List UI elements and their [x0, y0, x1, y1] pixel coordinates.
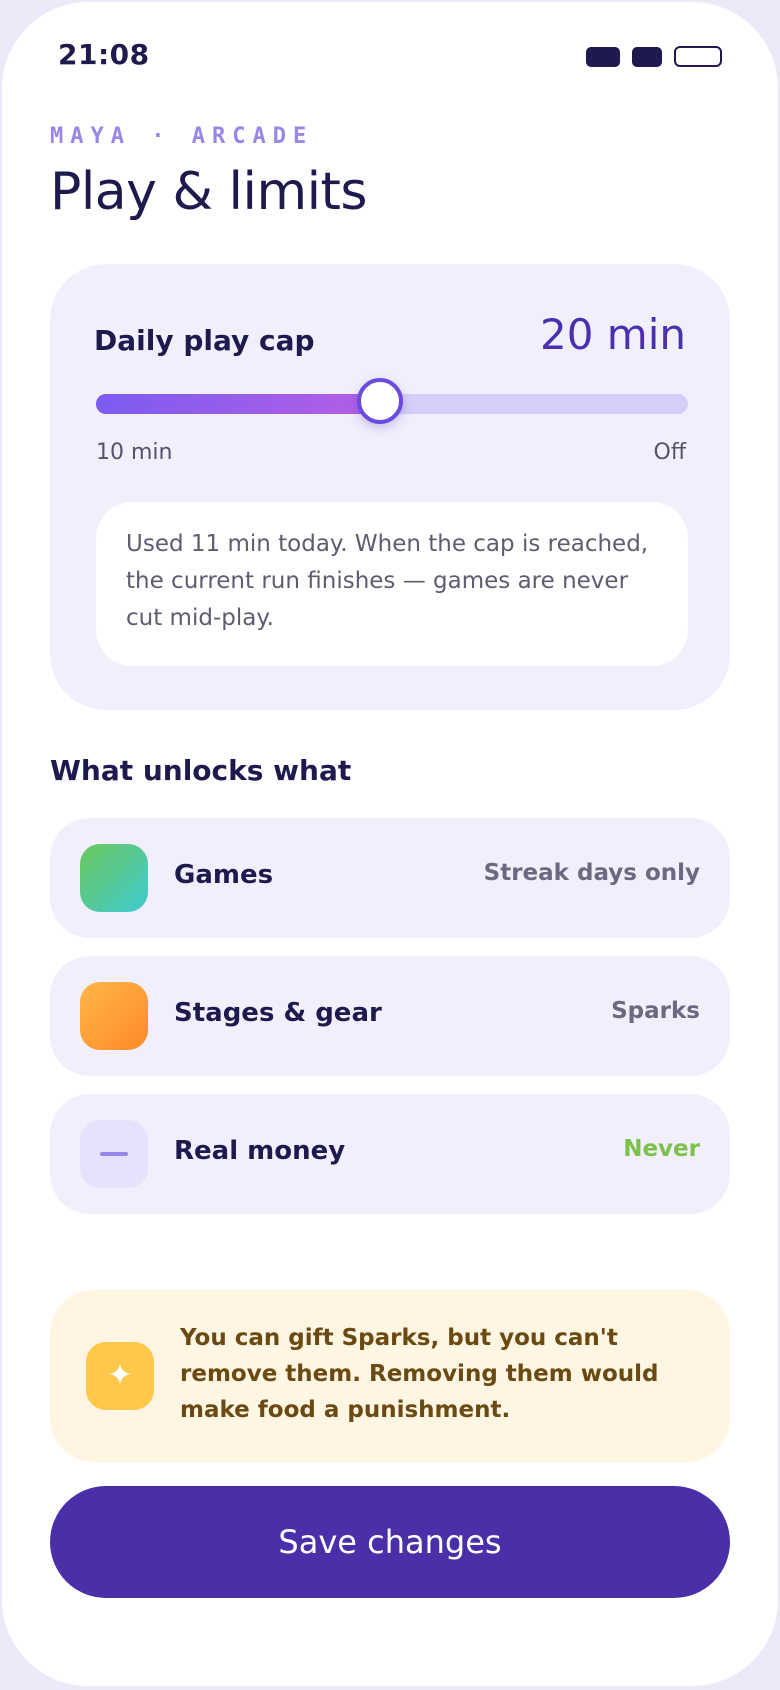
unlock-value: Never — [623, 1136, 700, 1162]
unlock-value: Streak days only — [483, 860, 700, 886]
slider-fill — [96, 394, 381, 414]
page-title: Play & limits — [50, 162, 368, 222]
daily-cap-value: 20 min — [540, 310, 686, 359]
stages-gear-icon — [80, 982, 148, 1050]
slider-thumb[interactable] — [357, 378, 404, 424]
profile-eyebrow: MAYA · ARCADE — [50, 124, 314, 149]
unlocks-section-title: What unlocks what — [50, 754, 352, 787]
unlock-value: Sparks — [611, 998, 700, 1024]
signal-icon — [586, 46, 620, 67]
daily-cap-label: Daily play cap — [94, 324, 315, 357]
slider-max-label: Off — [653, 440, 686, 465]
battery-icon — [674, 46, 722, 67]
sparks-tip-card: ✦ You can gift Sparks, but you can't rem… — [50, 1290, 730, 1462]
phone-screen: 21:08 MAYA · ARCADE Play & limits Daily … — [2, 2, 778, 1686]
sparkle-icon: ✦ — [86, 1342, 154, 1410]
usage-note: Used 11 min today. When the cap is reach… — [96, 502, 688, 666]
status-bar: 21:08 — [2, 2, 778, 112]
save-button[interactable]: Save changes — [50, 1486, 730, 1598]
daily-cap-card: Daily play cap 20 min 10 min Off Used 11… — [50, 264, 730, 710]
status-time: 21:08 — [58, 38, 150, 71]
unlock-row-real-money[interactable]: Real money Never — [50, 1094, 730, 1214]
minus-icon — [80, 1120, 148, 1188]
status-icons — [586, 46, 722, 67]
daily-cap-slider[interactable] — [96, 378, 688, 424]
unlock-label: Stages & gear — [174, 998, 382, 1028]
wifi-icon — [632, 46, 662, 67]
games-icon — [80, 844, 148, 912]
unlock-label: Real money — [174, 1136, 346, 1166]
unlock-row-stages-gear[interactable]: Stages & gear Sparks — [50, 956, 730, 1076]
unlock-row-games[interactable]: Games Streak days only — [50, 818, 730, 938]
slider-min-label: 10 min — [96, 440, 173, 465]
unlock-label: Games — [174, 860, 274, 890]
tip-text: You can gift Sparks, but you can't remov… — [180, 1325, 659, 1423]
